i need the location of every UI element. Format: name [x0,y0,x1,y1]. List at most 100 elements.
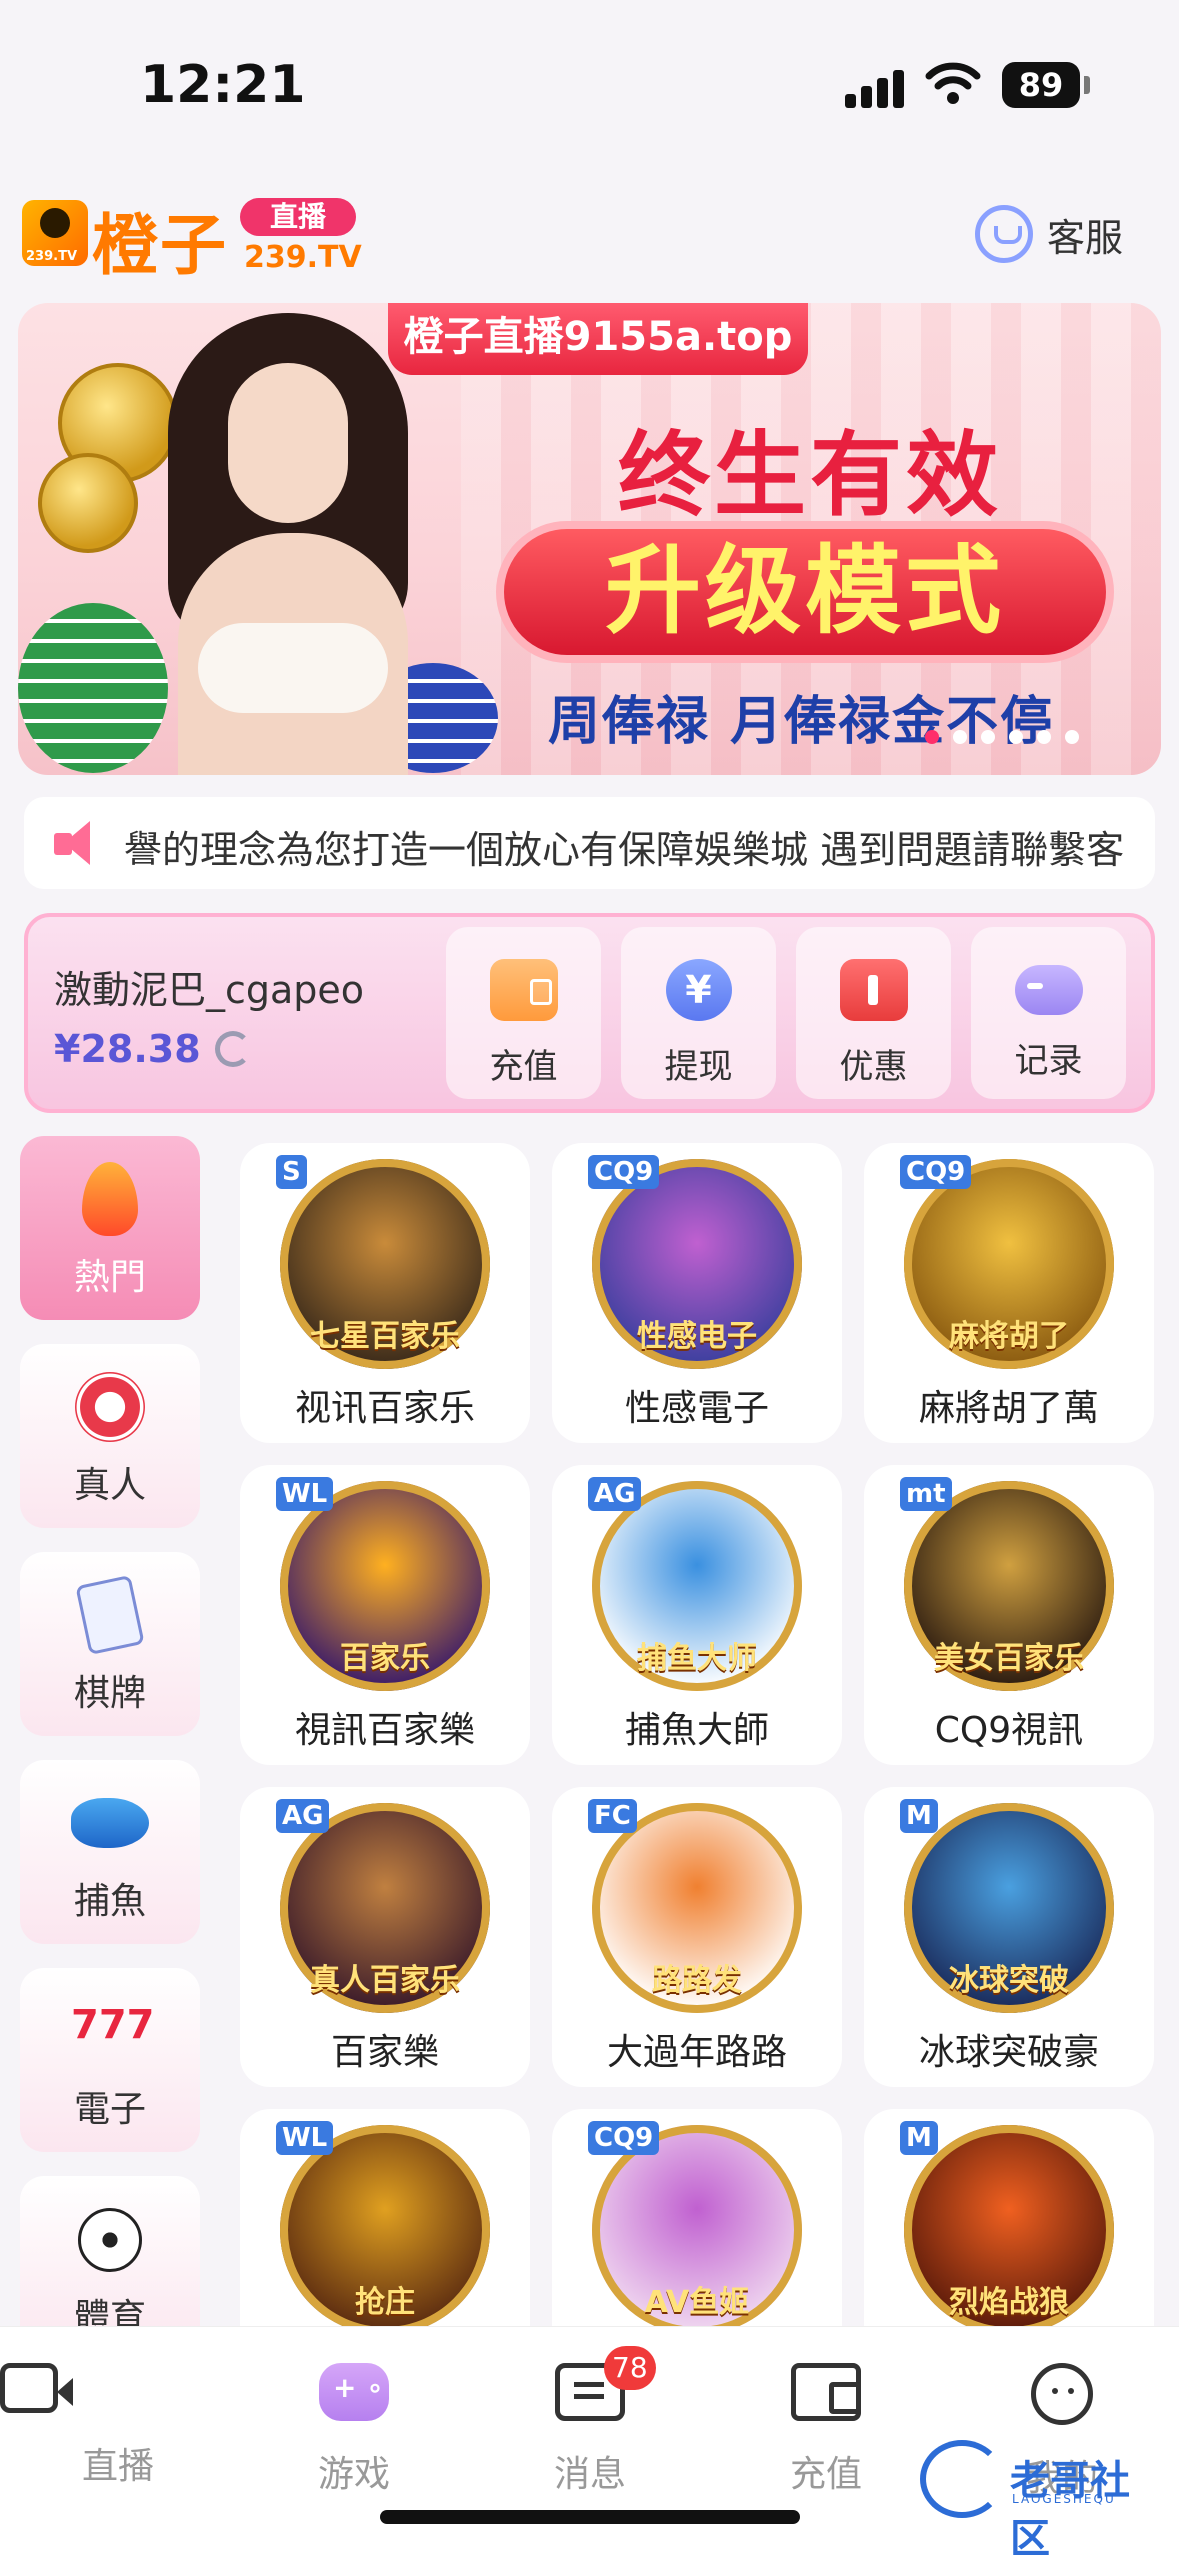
game-thumbnail: 抢庄 [280,2125,490,2326]
message-icon: 78 [555,2346,656,2421]
category-label: 體育 [73,2297,146,2326]
records-button[interactable]: 记录 [971,927,1126,1099]
game-art-title: 烈焰战狼 [949,2285,1069,2320]
game-thumbnail: AV鱼姬 [592,2125,802,2326]
carousel-dot[interactable] [953,730,967,744]
category-hot[interactable]: 熱門 [20,1136,200,1320]
game-thumbnail: 烈焰战狼 [904,2125,1114,2326]
cellular-signal-icon [845,68,905,108]
provider-logo: M [900,1799,938,1833]
game-card[interactable]: AV鱼姬CQ9AV鱼姬 [552,2109,842,2326]
game-card[interactable]: 七星百家乐 S 视讯百家乐 [240,1143,530,1443]
game-card[interactable]: 美女百家乐 mt CQ9視訊 [864,1465,1154,1765]
refresh-icon[interactable] [214,1031,251,1067]
game-name: 视讯百家乐 [294,1388,475,1429]
balance-value: ¥28.38 [54,1027,201,1071]
promotions-button[interactable]: 优惠 [796,927,951,1099]
game-card[interactable]: 性感电子 CQ9 性感電子 [552,1143,842,1443]
game-art-title: AV鱼姬 [644,2285,750,2320]
game-name: 性感電子 [624,1388,769,1429]
customer-service-label: 客服 [1046,215,1123,260]
game-name: 大過年路路 [606,2032,787,2073]
video-camera-icon [0,2363,73,2413]
game-art-title: 性感电子 [637,1319,757,1354]
status-bar: 12:21 89 [0,0,1179,170]
carousel-dot[interactable] [1065,730,1079,744]
category-label: 捕魚 [73,1881,146,1922]
game-art-title: 路路发 [652,1963,742,1998]
logo-icon: 239.TV [22,200,88,266]
game-card[interactable]: 真人百家乐 AG 百家樂 [240,1787,530,2087]
banner-pill: 升级模式 [496,521,1114,663]
game-card[interactable]: 路路发 FC 大過年路路 [552,1787,842,2087]
category-sidebar: 熱門 真人 棋牌 捕魚 777 電子 體育 [20,1136,202,2326]
watermark-subtext: LAOGESHEQU [1012,2492,1116,2506]
game-art-title: 真人百家乐 [310,1963,460,1998]
game-grid: 七星百家乐 S 视讯百家乐 性感电子 CQ9 性感電子 麻将胡了 CQ9 麻將胡了萬百家乐 WL 視… [240,1143,1160,2326]
promo-banner[interactable]: 橙子直播9155a.top 终生有效 升级模式 周俸禄 月俸禄金不停 [18,303,1161,775]
provider-logo: WL [276,2121,334,2155]
game-card[interactable]: 烈焰战狼M烈焰战狼 [864,2109,1154,2326]
carousel-dots[interactable] [925,730,1079,744]
game-card[interactable]: 抢庄WL抢庄牛牛 [240,2109,530,2326]
game-card[interactable]: 百家乐 WL 視訊百家樂 [240,1465,530,1765]
watermark: 老哥社区 LAOGESHEQU [920,2440,1160,2556]
category-live[interactable]: 真人 [20,1344,200,1528]
game-name: 冰球突破豪 [918,2032,1099,2073]
withdraw-label: 提现 [664,1047,733,1087]
category-cards[interactable]: 棋牌 [20,1552,200,1736]
game-thumbnail: 捕鱼大师 [592,1481,802,1691]
game-card[interactable]: 麻将胡了 CQ9 麻將胡了萬 [864,1143,1154,1443]
face-icon [1031,2363,1093,2425]
tab-deposit[interactable]: 充值 [708,2363,944,2497]
game-art-title: 麻将胡了 [949,1319,1069,1354]
category-sports[interactable]: 體育 [20,2176,200,2326]
provider-logo: AG [276,1799,330,1833]
carousel-dot[interactable] [1009,730,1023,744]
carousel-dot[interactable] [981,730,995,744]
yen-coin-icon: ¥ [665,959,732,1021]
game-thumbnail: 美女百家乐 [904,1481,1114,1691]
announcement-marquee[interactable]: 譽的理念為您打造一個放心有保障娛樂城 遇到問題請聯繫客 [24,797,1155,889]
home-indicator[interactable] [380,2510,800,2524]
soccer-ball-icon [71,2200,149,2278]
tab-messages[interactable]: 78 消息 [472,2346,708,2497]
game-card[interactable]: 冰球突破 M 冰球突破豪 [864,1787,1154,2087]
deposit-button[interactable]: 充值 [446,927,601,1099]
wallet-icon [791,2363,861,2421]
tab-label: 消息 [553,2454,626,2495]
banner-title: 终生有效 [618,422,1003,529]
wifi-icon [925,62,981,104]
wallet-icon [489,959,558,1021]
game-art-title: 捕鱼大师 [637,1641,757,1676]
logo-tag: 直播 [240,198,356,236]
game-thumbnail: 冰球突破 [904,1803,1114,2013]
category-slots[interactable]: 777 電子 [20,1968,200,2152]
logo-domain: 239.TV [244,240,362,275]
headset-icon [974,205,1033,263]
app-header: 239.TV 橙子 直播 239.TV 客服 [0,180,1179,290]
category-label: 電子 [73,2089,146,2130]
game-thumbnail: 路路发 [592,1803,802,2013]
watermark-logo-icon [920,2440,1004,2518]
carousel-dot[interactable] [925,730,939,744]
customer-service-button[interactable]: 客服 [974,204,1123,264]
carousel-dot[interactable] [1037,730,1051,744]
flame-icon [71,1160,149,1238]
game-art-title: 美女百家乐 [934,1641,1084,1676]
playing-cards-icon [71,1574,149,1656]
withdraw-button[interactable]: ¥ 提现 [621,927,776,1099]
ticket-icon [839,959,908,1021]
tab-label: 游戏 [317,2454,390,2495]
game-art-title: 冰球突破 [949,1963,1069,1998]
category-fishing[interactable]: 捕魚 [20,1760,200,1944]
slot-777-icon: 777 [71,2002,155,2048]
game-card[interactable]: 捕鱼大师 AG 捕魚大師 [552,1465,842,1765]
tab-games[interactable]: 游戏 [236,2363,472,2497]
speaker-icon [54,819,110,867]
tab-live[interactable]: 直播 [0,2363,236,2489]
game-name: 捕魚大師 [624,1710,769,1751]
banner-model-image [138,303,438,775]
category-label: 棋牌 [73,1673,146,1714]
logo-name: 橙子 [92,207,228,284]
